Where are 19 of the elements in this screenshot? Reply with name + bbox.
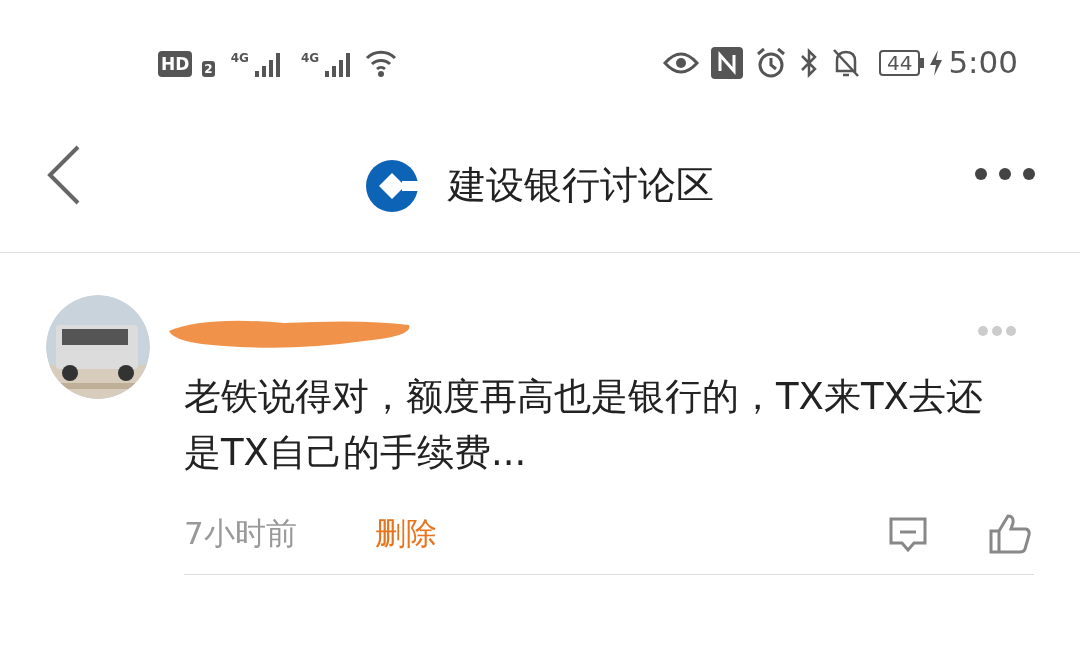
sim-number: 2 <box>202 60 215 77</box>
alarm-icon <box>754 46 787 79</box>
wifi-icon <box>365 48 398 77</box>
comment-text: 老铁说得对，额度再高也是银行的，TX来TX去还是TX自己的手续费... <box>184 374 984 476</box>
delete-link[interactable]: 删除 <box>374 510 437 557</box>
nfc-icon <box>710 46 743 79</box>
battery-level: 44 <box>878 49 921 76</box>
eye-icon <box>662 50 699 75</box>
bank-logo-icon <box>366 159 418 212</box>
charging-icon <box>930 49 943 76</box>
hd-badge: HD <box>158 50 193 77</box>
network-type: 4G <box>230 49 249 67</box>
comment-time: 7小时前 <box>184 514 297 554</box>
page-title: 建设银行讨论区 <box>448 162 714 209</box>
network-type: 4G <box>300 49 320 67</box>
bluetooth-icon <box>798 46 819 79</box>
clock-time: 5:00 <box>948 43 1018 83</box>
more-icon[interactable] <box>974 167 1036 181</box>
thumbs-up-icon[interactable] <box>988 512 1032 555</box>
